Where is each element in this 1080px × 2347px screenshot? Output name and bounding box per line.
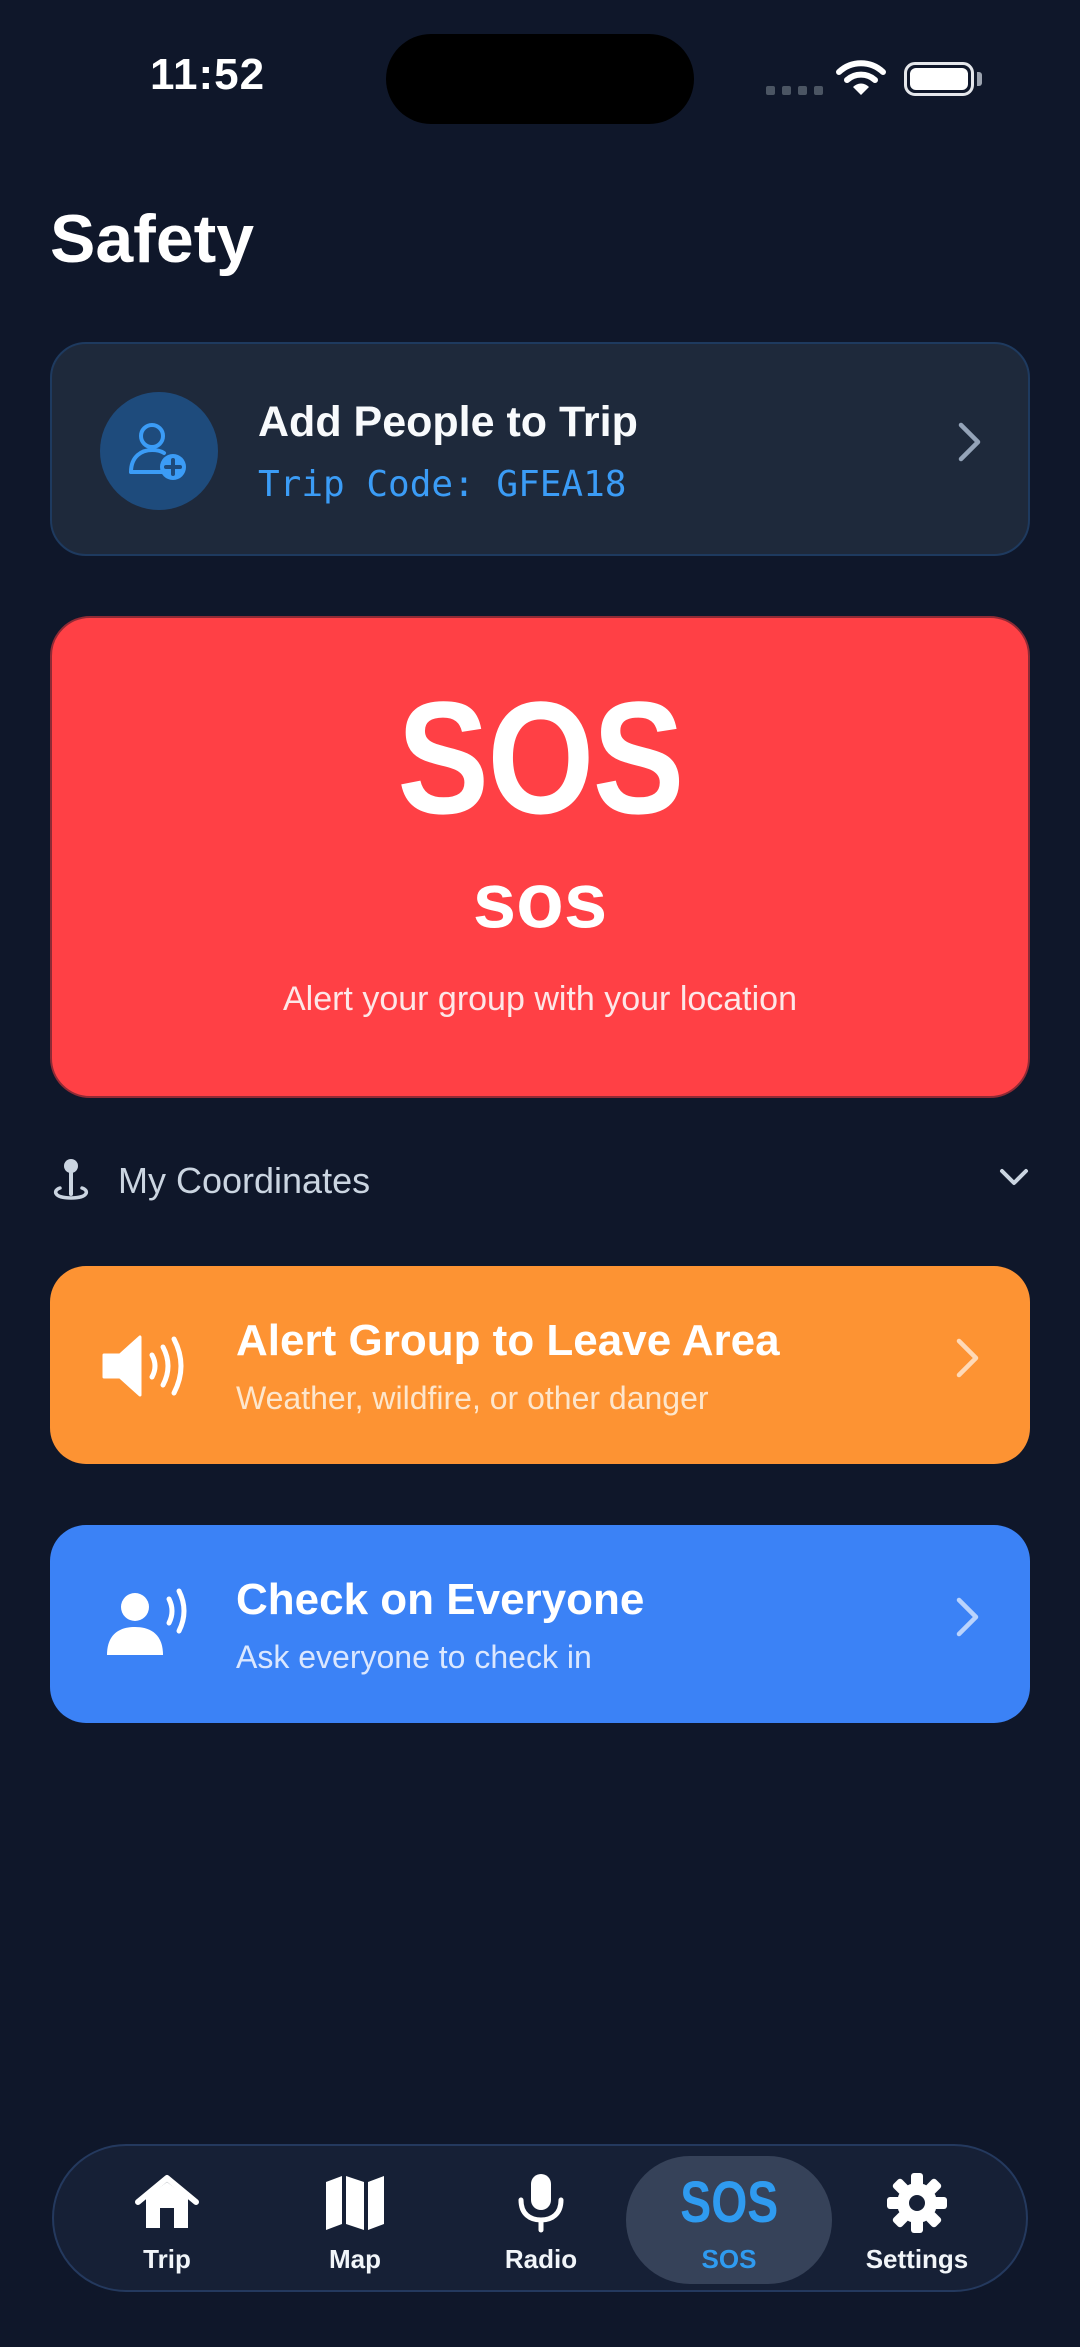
check-everyone-title: Check on Everyone [236,1575,645,1624]
battery-icon [904,62,974,96]
tab-sos-glyph: SOS [680,2170,778,2235]
location-pin-icon [50,1156,92,1209]
microphone-icon [446,2172,636,2234]
cellular-signal-icon [766,86,823,95]
chevron-down-icon [998,1166,1030,1193]
page-title: Safety [50,201,255,277]
dynamic-island [386,34,694,124]
gear-icon [822,2172,1012,2234]
sos-button[interactable]: SOS sos Alert your group with your locat… [50,616,1030,1098]
add-person-icon [100,392,218,510]
tab-settings-label: Settings [865,2244,969,2274]
alert-leave-title: Alert Group to Leave Area [236,1316,780,1365]
tab-bar: Trip Map Radio SOS SOS Settings [52,2144,1028,2292]
coordinates-toggle[interactable]: My Coordinates [50,1156,1030,1208]
add-people-card[interactable]: Add People to Trip Trip Code: GFEA18 [50,342,1030,556]
map-icon [260,2172,450,2234]
alert-leave-area-button[interactable]: Alert Group to Leave Area Weather, wildf… [50,1266,1030,1464]
chevron-right-icon [954,1336,982,1392]
check-on-everyone-button[interactable]: Check on Everyone Ask everyone to check … [50,1525,1030,1723]
tab-trip[interactable]: Trip [72,2146,262,2290]
wifi-icon [836,58,886,103]
home-icon [72,2172,262,2234]
battery-tip [977,72,982,86]
sos-text-icon: SOS [634,2172,824,2234]
tab-radio[interactable]: Radio [446,2146,636,2290]
sos-heading: SOS [397,668,684,847]
tab-trip-label: Trip [143,2244,191,2274]
trip-code: Trip Code: GFEA18 [258,464,627,505]
sos-description: Alert your group with your location [282,980,798,1018]
check-everyone-subtitle: Ask everyone to check in [236,1639,592,1675]
speaker-wave-icon [98,1316,198,1416]
chevron-right-icon [956,420,984,476]
alert-leave-subtitle: Weather, wildfire, or other danger [236,1380,709,1416]
tab-sos-label: SOS [701,2244,757,2274]
add-people-title: Add People to Trip [258,398,638,446]
status-time: 11:52 [150,50,266,99]
sos-subheading: sos [472,856,608,944]
tab-settings[interactable]: Settings [822,2146,1012,2290]
person-wave-icon [98,1575,198,1675]
chevron-right-icon [954,1595,982,1651]
tab-map-label: Map [329,2244,381,2274]
tab-sos[interactable]: SOS SOS [634,2146,824,2290]
coordinates-label: My Coordinates [118,1160,371,1201]
tab-radio-label: Radio [504,2244,578,2274]
tab-map[interactable]: Map [260,2146,450,2290]
